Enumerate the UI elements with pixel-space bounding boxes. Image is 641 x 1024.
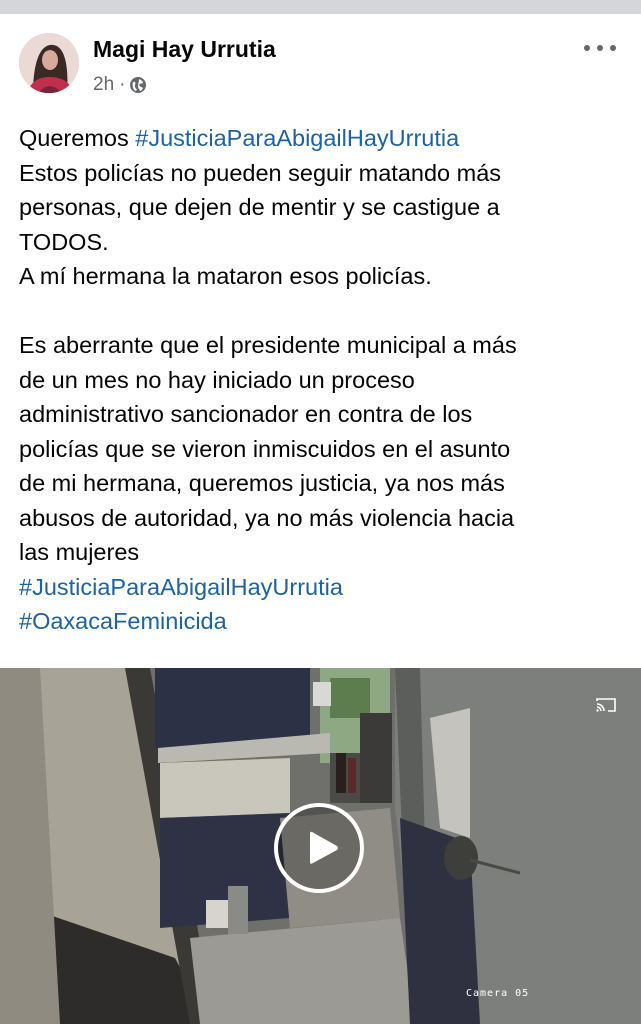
play-icon [310,831,338,864]
text-line: Es aberrante que el presidente municipal… [19,332,517,358]
text-fragment: Queremos [19,125,136,151]
hashtag-link[interactable]: #JusticiaParaAbigailHayUrrutia [19,574,343,600]
cast-icon[interactable] [595,697,617,713]
text-line: Queremos #JusticiaParaAbigailHayUrrutia [19,121,629,156]
author-name[interactable]: Magi Hay Urrutia [93,36,276,63]
more-options-icon[interactable] [584,43,616,53]
video-timestamp: 08-19-2022 Vie 16:52:42 [12,19,174,30]
text-line: personas, que dejen de mentir y se casti… [19,194,500,220]
text-line: #OaxacaFeminicida [19,604,629,639]
more-dot [610,45,616,51]
text-line: Estos policías no pueden seguir matando … [19,159,502,186]
meta-separator: · [119,74,126,95]
text-line: las mujeres [19,539,140,565]
hashtag-link[interactable]: #OaxacaFeminicida [19,608,227,634]
camera-label: Camera 05 [466,988,530,999]
post-text: Queremos #JusticiaParaAbigailHayUrrutia … [19,121,629,639]
more-dot [584,45,590,51]
post-meta: 2h · [93,74,147,96]
status-bar [0,0,641,14]
text-line: administrativo sancionador en contra de … [19,401,473,427]
hashtag-link[interactable]: #JusticiaParaAbigailHayUrrutia [135,125,459,151]
avatar[interactable] [19,33,79,93]
text-line: de un mes no hay iniciado un proceso [19,366,415,393]
text-line: #JusticiaParaAbigailHayUrrutia [19,570,629,605]
text-line: abusos de autoridad, ya no más violencia… [19,504,515,531]
post-time[interactable]: 2h [93,74,114,96]
globe-icon[interactable] [129,76,147,94]
text-line: policías que se vieron inmiscuidos en el… [19,435,511,462]
text-line: TODOS. [19,228,109,255]
play-button[interactable] [274,803,364,893]
text-line: de mi hermana, queremos justicia, ya nos… [19,470,505,496]
text-line: A mí hermana la mataron esos policías. [19,263,432,289]
more-dot [597,45,603,51]
